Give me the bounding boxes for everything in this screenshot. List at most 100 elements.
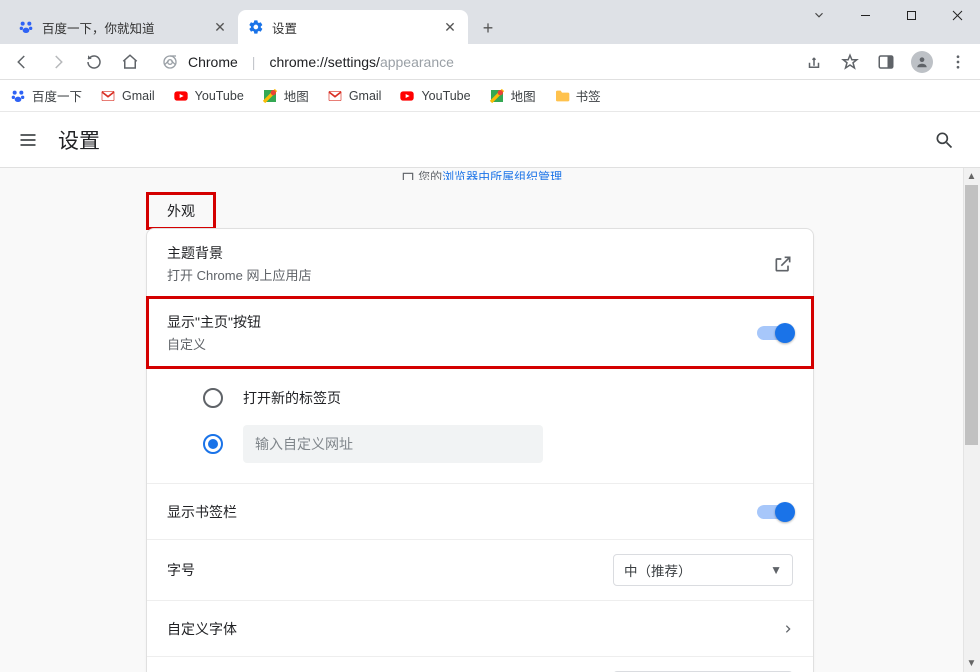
url-page: appearance bbox=[380, 54, 454, 70]
bookmarks-bar: 百度一下 Gmail YouTube 地图 Gmail YouTube 地图 书… bbox=[0, 80, 980, 112]
tab-title: 设置 bbox=[272, 18, 442, 37]
chevron-right-icon bbox=[783, 621, 793, 637]
row-page-zoom: 网页缩放 100% ▼ bbox=[147, 656, 813, 672]
settings-header: 设置 bbox=[0, 112, 980, 168]
custom-url-input[interactable] bbox=[243, 425, 543, 463]
person-icon bbox=[911, 51, 933, 73]
external-link-icon[interactable] bbox=[773, 254, 793, 274]
bookmark-label: 地图 bbox=[284, 86, 309, 105]
managed-link[interactable]: 浏览器由所属组织管理 bbox=[442, 170, 562, 180]
row-custom-fonts[interactable]: 自定义字体 bbox=[147, 600, 813, 656]
youtube-icon bbox=[399, 88, 415, 104]
window-controls bbox=[796, 0, 980, 32]
bookmark-label: 地图 bbox=[511, 86, 536, 105]
managed-notice: 您的浏览器由所属组织管理 bbox=[0, 168, 963, 180]
paw-icon bbox=[18, 19, 34, 35]
row-title: 字号 bbox=[167, 560, 613, 580]
content-area: 您的浏览器由所属组织管理 外观 主题背景 打开 Chrome 网上应用店 显示"… bbox=[0, 168, 980, 672]
row-theme[interactable]: 主题背景 打开 Chrome 网上应用店 bbox=[147, 229, 813, 298]
reload-button[interactable] bbox=[80, 48, 108, 76]
building-icon bbox=[401, 171, 415, 180]
scroll-up-icon[interactable]: ▲ bbox=[963, 168, 980, 185]
mail-icon bbox=[327, 88, 343, 104]
scroll-thumb[interactable] bbox=[965, 185, 978, 445]
caret-down-icon: ▼ bbox=[770, 563, 782, 577]
tab-baidu[interactable]: 百度一下，你就知道 ✕ bbox=[8, 10, 238, 44]
bookmark-youtube[interactable]: YouTube bbox=[173, 88, 244, 104]
bookmark-label: Gmail bbox=[122, 89, 155, 103]
youtube-icon bbox=[173, 88, 189, 104]
managed-prefix: 您的 bbox=[418, 170, 442, 180]
folder-icon bbox=[554, 88, 570, 104]
tab-title: 百度一下，你就知道 bbox=[42, 18, 212, 37]
row-home-button[interactable]: 显示"主页"按钮 自定义 bbox=[147, 298, 813, 367]
page-title: 设置 bbox=[58, 125, 100, 155]
menu-icon[interactable] bbox=[16, 128, 40, 152]
home-button[interactable] bbox=[116, 48, 144, 76]
bookmark-folder[interactable]: 书签 bbox=[554, 86, 601, 105]
scrollbar[interactable]: ▲ ▼ bbox=[963, 168, 980, 672]
window-titlebar: 百度一下，你就知道 ✕ 设置 ✕ + bbox=[0, 0, 980, 44]
search-button[interactable] bbox=[924, 120, 964, 160]
bookmark-gmail[interactable]: Gmail bbox=[327, 88, 382, 104]
menu-button[interactable] bbox=[944, 48, 972, 76]
bookmark-maps[interactable]: 地图 bbox=[262, 86, 309, 105]
row-title: 显示"主页"按钮 bbox=[167, 312, 757, 332]
select-value: 中（推荐） bbox=[624, 560, 692, 580]
radio-selected-icon bbox=[203, 434, 223, 454]
forward-button[interactable] bbox=[44, 48, 72, 76]
url-separator: | bbox=[252, 54, 256, 70]
profile-avatar[interactable] bbox=[908, 48, 936, 76]
font-size-select[interactable]: 中（推荐） ▼ bbox=[613, 554, 793, 586]
maximize-button[interactable] bbox=[888, 0, 934, 30]
scroll-track[interactable] bbox=[963, 185, 980, 655]
side-panel-icon[interactable] bbox=[872, 48, 900, 76]
toggle-bookmarks-bar[interactable] bbox=[757, 505, 793, 519]
radio-unselected-icon bbox=[203, 388, 223, 408]
chevron-down-icon[interactable] bbox=[796, 0, 842, 30]
row-title: 显示书签栏 bbox=[167, 502, 757, 522]
tab-settings[interactable]: 设置 ✕ bbox=[238, 10, 468, 44]
radio-custom-url[interactable] bbox=[203, 421, 793, 467]
minimize-button[interactable] bbox=[842, 0, 888, 30]
row-bookmarks-bar[interactable]: 显示书签栏 bbox=[147, 483, 813, 539]
bookmark-gmail[interactable]: Gmail bbox=[100, 88, 155, 104]
back-button[interactable] bbox=[8, 48, 36, 76]
gear-icon bbox=[248, 19, 264, 35]
row-subtitle: 打开 Chrome 网上应用店 bbox=[167, 265, 773, 284]
url-path: chrome://settings/ bbox=[269, 54, 380, 70]
bookmark-youtube[interactable]: YouTube bbox=[399, 88, 470, 104]
settings-content: 您的浏览器由所属组织管理 外观 主题背景 打开 Chrome 网上应用店 显示"… bbox=[0, 168, 963, 672]
bookmark-baidu[interactable]: 百度一下 bbox=[10, 86, 82, 105]
row-subtitle: 自定义 bbox=[167, 334, 757, 353]
new-tab-button[interactable]: + bbox=[474, 14, 502, 42]
close-icon[interactable]: ✕ bbox=[442, 19, 458, 35]
toolbar: Chrome | chrome://settings/appearance bbox=[0, 44, 980, 80]
bookmark-label: YouTube bbox=[195, 89, 244, 103]
address-bar[interactable]: Chrome | chrome://settings/appearance bbox=[152, 48, 792, 76]
paw-icon bbox=[10, 88, 26, 104]
close-icon[interactable]: ✕ bbox=[212, 19, 228, 35]
close-window-button[interactable] bbox=[934, 0, 980, 30]
row-title: 自定义字体 bbox=[167, 619, 783, 639]
mail-icon bbox=[100, 88, 116, 104]
radio-new-tab-page[interactable]: 打开新的标签页 bbox=[203, 375, 793, 421]
toggle-home-button[interactable] bbox=[757, 326, 793, 340]
section-title-appearance: 外观 bbox=[146, 192, 216, 230]
radio-label: 打开新的标签页 bbox=[243, 388, 341, 408]
appearance-card: 主题背景 打开 Chrome 网上应用店 显示"主页"按钮 自定义 bbox=[146, 228, 814, 672]
home-button-options: 打开新的标签页 bbox=[147, 367, 813, 483]
bookmark-star-icon[interactable] bbox=[836, 48, 864, 76]
share-icon[interactable] bbox=[800, 48, 828, 76]
bookmark-label: Gmail bbox=[349, 89, 382, 103]
bookmark-label: YouTube bbox=[421, 89, 470, 103]
row-title: 主题背景 bbox=[167, 243, 773, 263]
bookmark-maps[interactable]: 地图 bbox=[489, 86, 536, 105]
maps-icon bbox=[262, 88, 278, 104]
bookmark-label: 书签 bbox=[576, 86, 601, 105]
toolbar-right bbox=[800, 48, 972, 76]
scroll-down-icon[interactable]: ▼ bbox=[963, 655, 980, 672]
maps-icon bbox=[489, 88, 505, 104]
row-font-size: 字号 中（推荐） ▼ bbox=[147, 539, 813, 600]
tab-strip: 百度一下，你就知道 ✕ 设置 ✕ + bbox=[8, 8, 502, 44]
